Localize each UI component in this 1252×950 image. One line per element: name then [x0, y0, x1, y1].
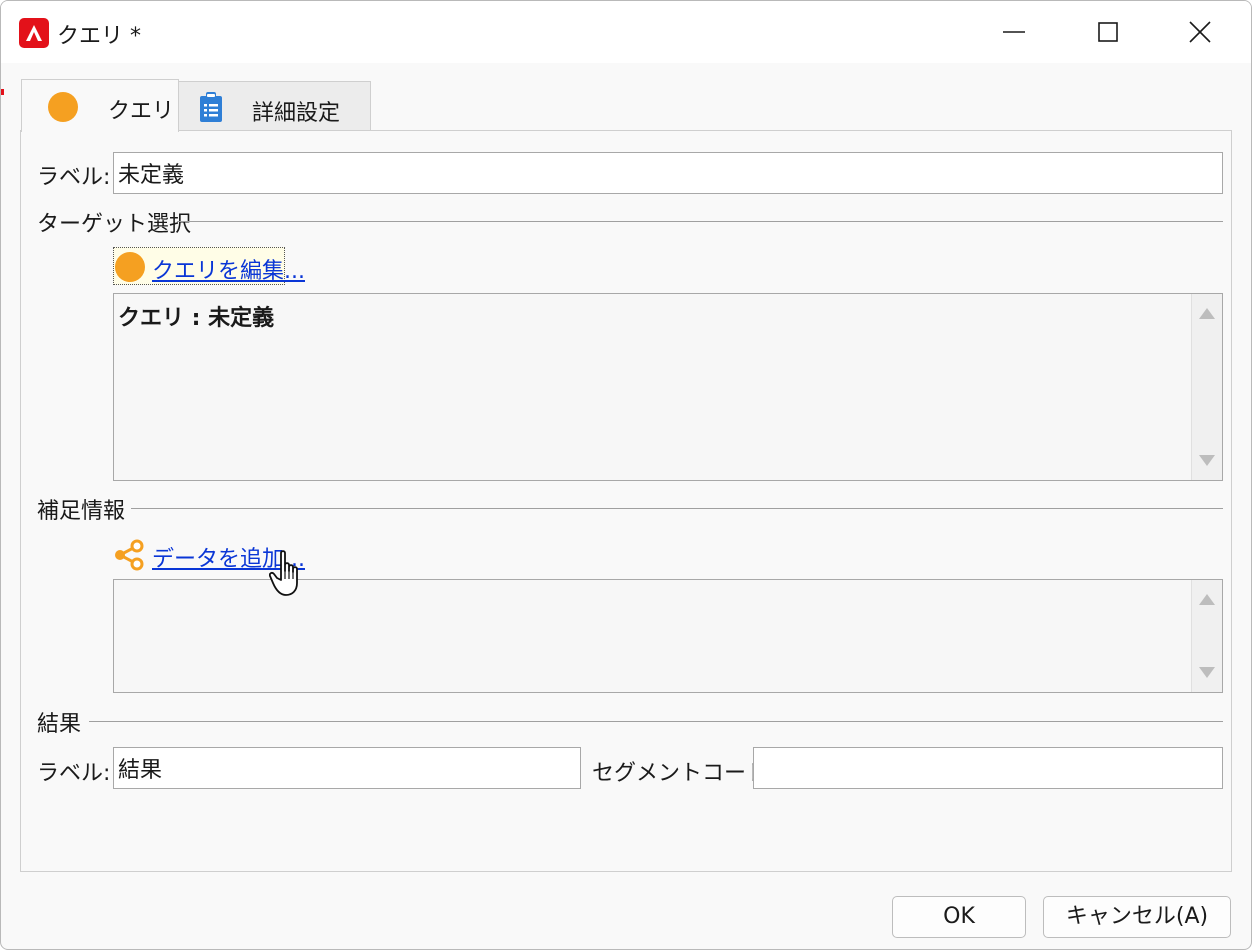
supplement-section: 補足情報 — [37, 493, 1223, 524]
share-node-icon — [115, 539, 144, 571]
result-section: 結果 — [37, 706, 1223, 737]
label-field-label: ラベル: — [37, 165, 111, 190]
supplement-title: 補足情報 — [37, 499, 126, 524]
section-divider — [89, 721, 1223, 722]
target-selection-section: ターゲット選択 — [37, 206, 1223, 237]
result-title: 結果 — [37, 712, 82, 737]
section-divider — [131, 508, 1223, 509]
edge-marker — [1, 89, 4, 95]
minimize-icon — [1003, 31, 1025, 33]
tab-query-label: クエリ — [108, 99, 175, 124]
query-summary-text: クエリ : 未定義 — [118, 306, 275, 331]
result-label-input[interactable]: 結果 — [113, 747, 581, 789]
query-summary-box[interactable]: クエリ : 未定義 — [113, 293, 1223, 481]
segment-code-label: セグメントコード: — [592, 761, 776, 786]
label-input[interactable]: 未定義 — [113, 152, 1223, 194]
target-selection-title: ターゲット選択 — [37, 212, 192, 237]
tab-advanced-settings[interactable]: 詳細設定 — [177, 81, 371, 132]
hand-pointer-icon — [269, 550, 298, 596]
minimize-button[interactable] — [969, 1, 1059, 63]
maximize-button[interactable] — [1063, 1, 1153, 63]
tab-advanced-label: 詳細設定 — [252, 101, 341, 126]
query-dialog-window: クエリ * クエリ 詳細設定 ラベル: 未定義 ターゲット選択 クエリを編集..… — [0, 0, 1252, 950]
edit-query-link[interactable]: クエリを編集... — [152, 253, 305, 285]
cancel-button[interactable]: キャンセル(A) — [1043, 896, 1231, 938]
window-title: クエリ * — [57, 24, 141, 49]
query-orange-circle-icon — [115, 252, 145, 282]
section-divider — [177, 221, 1223, 222]
maximize-icon — [1098, 22, 1118, 42]
additional-data-scrollbar[interactable] — [1191, 580, 1222, 692]
tab-query[interactable]: クエリ — [21, 79, 179, 132]
result-label-field-label: ラベル: — [37, 761, 111, 786]
close-icon — [1189, 21, 1211, 43]
scroll-up-icon[interactable] — [1199, 308, 1215, 319]
adobe-app-icon — [19, 18, 49, 48]
scroll-down-icon[interactable] — [1199, 455, 1215, 466]
close-button[interactable] — [1155, 1, 1245, 63]
ok-button[interactable]: OK — [892, 896, 1026, 938]
title-bar[interactable]: クエリ * — [1, 1, 1251, 63]
scroll-down-icon[interactable] — [1199, 667, 1215, 678]
segment-code-input[interactable] — [753, 747, 1223, 789]
orange-circle-icon — [48, 92, 78, 122]
clipboard-icon — [200, 92, 222, 122]
query-summary-scrollbar[interactable] — [1191, 294, 1222, 480]
scroll-up-icon[interactable] — [1199, 594, 1215, 605]
